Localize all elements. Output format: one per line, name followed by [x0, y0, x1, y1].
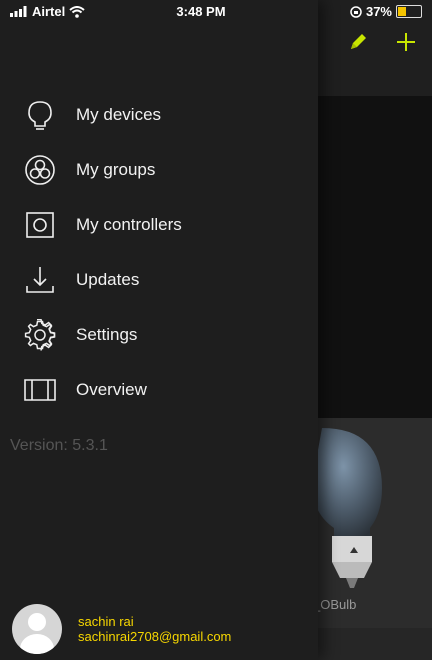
menu-label-my-controllers: My controllers [76, 214, 182, 234]
menu-item-my-groups[interactable]: My groups [0, 142, 318, 197]
edit-button[interactable] [346, 30, 370, 54]
menu-item-updates[interactable]: Updates [0, 252, 318, 307]
menu-item-my-controllers[interactable]: My controllers [0, 197, 318, 252]
user-profile[interactable]: sachin rai sachinrai2708@gmail.com [12, 604, 231, 654]
bulb-icon [22, 97, 58, 133]
controller-icon [22, 207, 58, 243]
menu-label-my-devices: My devices [76, 104, 162, 124]
bulb-image [312, 428, 382, 588]
device-card-label: _OBulb [313, 597, 357, 612]
group-icon [22, 152, 58, 188]
wifi-icon [69, 5, 85, 18]
plus-icon [397, 33, 415, 51]
download-icon [22, 262, 58, 298]
time-text: 3:48 PM [176, 4, 226, 19]
signal-icon [10, 6, 27, 17]
profile-text: sachin rai sachinrai2708@gmail.com [78, 614, 231, 644]
pencil-icon [351, 34, 366, 49]
menu-item-settings[interactable]: Settings [0, 307, 318, 362]
profile-name: sachin rai [78, 614, 134, 629]
profile-email: sachinrai2708@gmail.com [78, 629, 232, 644]
battery-percent: 37% [365, 4, 392, 19]
carrier-info: Airtel [10, 4, 85, 19]
menu-label-overview: Overview [76, 379, 147, 399]
add-button[interactable] [394, 30, 418, 54]
gear-icon [22, 317, 58, 353]
battery-icon [396, 5, 422, 18]
orientation-lock-icon [350, 5, 362, 18]
status-bar: Airtel 3:48 PM 37% [0, 0, 432, 22]
menu-label-my-groups: My groups [76, 159, 156, 179]
header-actions [346, 30, 418, 54]
version-label: Version: 5.3.1 [10, 437, 108, 454]
drawer-menu: My devices My groups My controllers Upda… [0, 87, 318, 417]
menu-item-my-devices[interactable]: My devices [0, 87, 318, 142]
navigation-drawer: My devices My groups My controllers Upda… [0, 0, 318, 660]
map-icon [22, 372, 58, 408]
menu-item-overview[interactable]: Overview [0, 362, 318, 417]
battery-fill [398, 7, 406, 16]
avatar[interactable] [12, 604, 62, 654]
avatar-body [20, 634, 54, 654]
battery-info: 37% [350, 4, 422, 19]
carrier-name: Airtel [32, 4, 66, 19]
avatar-head [28, 613, 46, 631]
menu-label-settings: Settings [76, 324, 138, 344]
menu-label-updates: Updates [76, 269, 140, 289]
